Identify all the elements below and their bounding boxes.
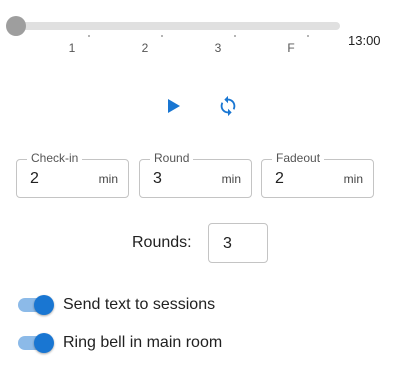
breakout-timer-panel: 1 2 3 F 13:00 Check-in 2 min Round 3 min xyxy=(0,0,400,380)
duration-fields: Check-in 2 min Round 3 min Fadeout 2 min xyxy=(16,150,386,200)
tick-label-round-2: 2 xyxy=(141,41,149,55)
slider-tick xyxy=(307,35,309,37)
ring-bell-switch-row[interactable]: Ring bell in main room xyxy=(16,330,316,356)
tick-label-round-1: 1 xyxy=(68,41,76,55)
ring-bell-switch-label: Ring bell in main room xyxy=(63,334,223,351)
ring-bell-switch-thumb[interactable] xyxy=(34,333,54,353)
slider-track[interactable] xyxy=(16,22,340,37)
fadeout-value[interactable]: 2 xyxy=(275,170,284,188)
round-field[interactable]: Round 3 min xyxy=(139,151,252,198)
check-in-field[interactable]: Check-in 2 min xyxy=(16,151,129,198)
round-label: Round xyxy=(150,151,194,165)
send-text-switch-label: Send text to sessions xyxy=(63,296,216,313)
timeline-slider[interactable]: 1 2 3 F xyxy=(6,12,340,60)
fadeout-unit: min xyxy=(343,172,363,186)
rounds-label: Rounds: xyxy=(132,234,192,251)
rounds-value[interactable]: 3 xyxy=(223,235,232,253)
fadeout-field[interactable]: Fadeout 2 min xyxy=(261,151,374,198)
tick-label-round-3: 3 xyxy=(214,41,222,55)
round-unit: min xyxy=(221,172,241,186)
check-in-unit: min xyxy=(98,172,118,186)
slider-tick xyxy=(88,35,90,37)
play-button[interactable] xyxy=(160,92,188,120)
slider-tick xyxy=(234,35,236,37)
round-value[interactable]: 3 xyxy=(153,170,162,188)
check-in-label: Check-in xyxy=(27,151,83,165)
refresh-icon xyxy=(220,95,236,117)
play-icon xyxy=(168,99,180,113)
total-time-readout: 13:00 xyxy=(348,33,381,48)
send-text-switch-row[interactable]: Send text to sessions xyxy=(16,292,316,318)
slider-thumb[interactable] xyxy=(6,16,26,36)
rounds-input[interactable]: 3 xyxy=(208,223,268,263)
player-controls xyxy=(160,92,250,122)
fadeout-label: Fadeout xyxy=(272,151,325,165)
send-text-switch-thumb[interactable] xyxy=(34,295,54,315)
tick-label-fadeout: F xyxy=(287,41,295,55)
slider-tick xyxy=(161,35,163,37)
check-in-value[interactable]: 2 xyxy=(30,170,39,188)
reset-button[interactable] xyxy=(214,92,242,120)
